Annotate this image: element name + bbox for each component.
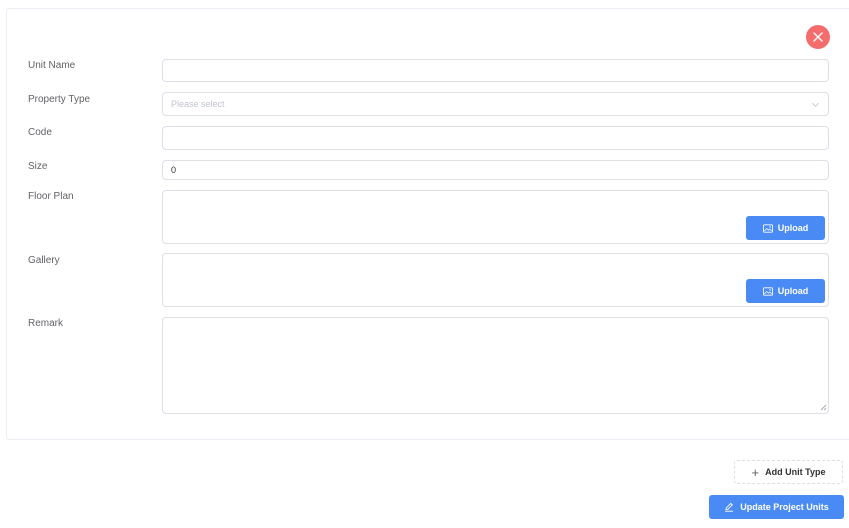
- floor-plan-upload-label: Upload: [777, 223, 809, 233]
- remark-label: Remark: [28, 318, 64, 329]
- gallery-upload-area[interactable]: Upload: [162, 253, 829, 307]
- floor-plan-upload-area[interactable]: Upload: [162, 190, 829, 244]
- size-label: Size: [28, 161, 48, 172]
- close-icon: [813, 32, 823, 42]
- code-label: Code: [28, 127, 52, 138]
- floor-plan-upload-button[interactable]: Upload: [746, 216, 825, 240]
- add-unit-type-button[interactable]: + Add Unit Type: [734, 460, 843, 484]
- update-project-units-label: Update Project Units: [740, 502, 829, 512]
- chevron-down-icon: [812, 102, 819, 107]
- property-type-placeholder: Please select: [171, 99, 225, 109]
- gallery-label: Gallery: [28, 255, 60, 266]
- gallery-upload-label: Upload: [777, 286, 809, 296]
- resize-handle-icon[interactable]: [819, 403, 827, 411]
- unit-name-label: Unit Name: [28, 60, 76, 71]
- image-icon: [762, 223, 773, 233]
- property-type-select[interactable]: Please select: [162, 92, 829, 116]
- remove-unit-type-button[interactable]: [806, 25, 830, 49]
- size-input[interactable]: [162, 160, 829, 180]
- remark-textarea[interactable]: [162, 317, 829, 414]
- image-icon: [762, 286, 773, 296]
- edit-icon: [725, 502, 734, 512]
- unit-name-input[interactable]: [162, 59, 829, 82]
- gallery-upload-button[interactable]: Upload: [746, 279, 825, 303]
- update-project-units-button[interactable]: Update Project Units: [709, 495, 844, 519]
- add-unit-type-label: Add Unit Type: [765, 467, 826, 477]
- property-type-label: Property Type: [28, 94, 91, 105]
- floor-plan-label: Floor Plan: [28, 191, 74, 202]
- plus-icon: +: [751, 464, 760, 480]
- code-input[interactable]: [162, 126, 829, 150]
